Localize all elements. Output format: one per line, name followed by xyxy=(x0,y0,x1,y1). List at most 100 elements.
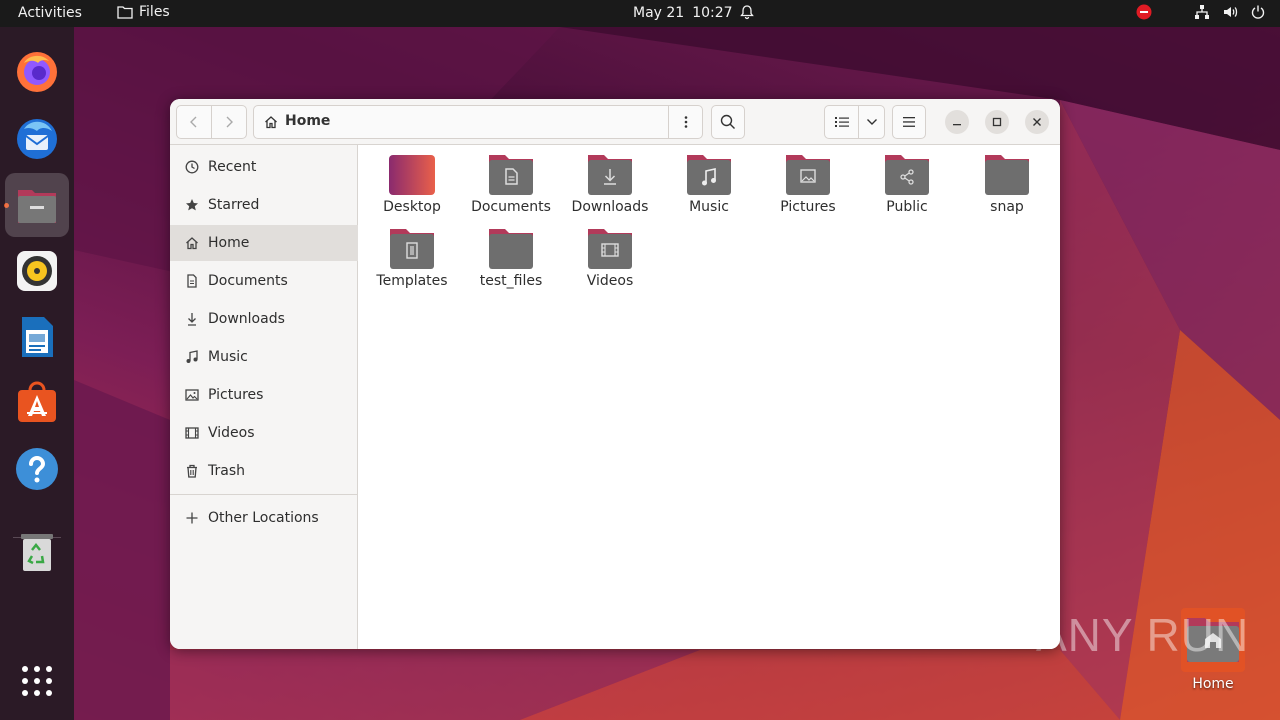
close-icon xyxy=(1033,118,1041,126)
file-item-test-files[interactable]: test_files xyxy=(463,227,559,299)
sidebar-item-documents[interactable]: Documents xyxy=(170,263,358,299)
minimize-button[interactable] xyxy=(945,110,969,134)
sidebar-item-label: Music xyxy=(208,349,248,365)
sidebar-item-home[interactable]: Home xyxy=(170,225,358,261)
file-item-documents[interactable]: Documents xyxy=(463,153,559,225)
folder-icon xyxy=(117,6,133,19)
music-icon xyxy=(170,350,208,364)
document-icon xyxy=(170,274,208,288)
sidebar-item-downloads[interactable]: Downloads xyxy=(170,301,358,337)
close-button[interactable] xyxy=(1025,110,1049,134)
sidebar-item-other-locations[interactable]: Other Locations xyxy=(170,500,358,536)
minimize-icon xyxy=(953,124,961,126)
libreoffice-writer-icon[interactable] xyxy=(5,305,69,369)
anyrun-watermark: ANY RUN xyxy=(1036,608,1249,662)
file-label: Music xyxy=(689,199,729,215)
file-label: Templates xyxy=(376,273,448,289)
file-label: Public xyxy=(886,199,928,215)
path-bar[interactable]: Home xyxy=(253,105,703,139)
volume-icon[interactable] xyxy=(1222,4,1238,24)
clock[interactable]: May 21 10:27 xyxy=(633,5,733,21)
files-icon[interactable] xyxy=(5,173,69,237)
chevron-down-icon xyxy=(866,119,877,125)
clock-time: 10:27 xyxy=(692,5,733,21)
sidebar-item-label: Other Locations xyxy=(208,510,319,526)
sidebar-item-label: Starred xyxy=(208,197,260,213)
app-center-icon[interactable] xyxy=(5,371,69,435)
chevron-right-icon xyxy=(226,116,233,128)
kebab-menu-icon xyxy=(684,116,687,128)
system-tray[interactable] xyxy=(1136,4,1266,24)
help-icon[interactable] xyxy=(5,437,69,501)
forward-button[interactable] xyxy=(211,105,247,139)
view-options-button[interactable] xyxy=(858,105,885,139)
folder-icon xyxy=(489,229,533,269)
rhythmbox-icon[interactable] xyxy=(5,239,69,303)
videos-folder-icon xyxy=(588,229,632,269)
sidebar-item-starred[interactable]: Starred xyxy=(170,187,358,223)
file-label: snap xyxy=(990,199,1024,215)
home-icon xyxy=(265,116,277,129)
chevron-left-icon xyxy=(190,116,197,128)
sidebar-item-label: Videos xyxy=(208,425,255,441)
app-menu-label: Files xyxy=(139,4,170,20)
picture-icon xyxy=(170,388,208,402)
sidebar-item-label: Trash xyxy=(208,463,245,479)
notification-bell-icon xyxy=(739,4,755,24)
sidebar-separator xyxy=(170,494,358,495)
desktop-home-label: Home xyxy=(1192,676,1234,692)
list-view-icon xyxy=(834,117,849,127)
activities-button[interactable]: Activities xyxy=(18,5,82,21)
do-not-disturb-icon[interactable] xyxy=(1136,4,1152,24)
music-folder-icon xyxy=(687,155,731,195)
file-label: Videos xyxy=(586,273,634,289)
folder-icon xyxy=(985,155,1029,195)
file-label: Pictures xyxy=(780,199,836,215)
main-menu-button[interactable] xyxy=(892,105,926,139)
clock-icon xyxy=(170,160,208,174)
network-icon[interactable] xyxy=(1194,4,1210,24)
sidebar-item-music[interactable]: Music xyxy=(170,339,358,375)
top-bar: Activities Files May 21 10:27 xyxy=(0,0,1280,27)
path-home-label: Home xyxy=(285,113,331,129)
file-item-public[interactable]: Public xyxy=(859,153,955,225)
file-item-snap[interactable]: snap xyxy=(959,153,1055,225)
sidebar-item-trash[interactable]: Trash xyxy=(170,453,358,489)
file-item-downloads[interactable]: Downloads xyxy=(562,153,658,225)
show-apps-icon[interactable] xyxy=(5,649,69,713)
file-item-pictures[interactable]: Pictures xyxy=(760,153,856,225)
files-window: Home Recent Starred Home Documents Downl… xyxy=(170,99,1060,649)
file-item-desktop[interactable]: Desktop xyxy=(364,153,460,225)
sidebar-item-label: Downloads xyxy=(208,311,285,327)
clock-date: May 21 xyxy=(633,5,685,21)
file-item-music[interactable]: Music xyxy=(661,153,757,225)
plus-icon xyxy=(170,511,208,525)
search-button[interactable] xyxy=(711,105,745,139)
firefox-icon[interactable] xyxy=(5,40,69,104)
view-toggle-button[interactable] xyxy=(824,105,859,139)
power-icon[interactable] xyxy=(1250,4,1266,24)
thunderbird-icon[interactable] xyxy=(5,106,69,170)
maximize-icon xyxy=(992,117,1002,127)
sidebar-item-videos[interactable]: Videos xyxy=(170,415,358,451)
file-label: Downloads xyxy=(571,199,649,215)
pictures-folder-icon xyxy=(786,155,830,195)
sidebar-item-label: Pictures xyxy=(208,387,264,403)
sidebar-item-label: Recent xyxy=(208,159,257,175)
trash-icon[interactable] xyxy=(5,519,69,583)
video-icon xyxy=(170,426,208,440)
path-menu-button[interactable] xyxy=(668,106,702,138)
file-item-templates[interactable]: Templates xyxy=(364,227,460,299)
maximize-button[interactable] xyxy=(985,110,1009,134)
file-label: test_files xyxy=(479,273,543,289)
sidebar-item-recent[interactable]: Recent xyxy=(170,149,358,185)
app-menu[interactable]: Files xyxy=(117,4,170,20)
dock xyxy=(0,27,74,720)
file-item-videos[interactable]: Videos xyxy=(562,227,658,299)
sidebar-item-pictures[interactable]: Pictures xyxy=(170,377,358,413)
documents-folder-icon xyxy=(489,155,533,195)
public-folder-icon xyxy=(885,155,929,195)
back-button[interactable] xyxy=(176,105,212,139)
hamburger-menu-icon xyxy=(903,117,915,127)
sidebar-item-label: Documents xyxy=(208,273,288,289)
